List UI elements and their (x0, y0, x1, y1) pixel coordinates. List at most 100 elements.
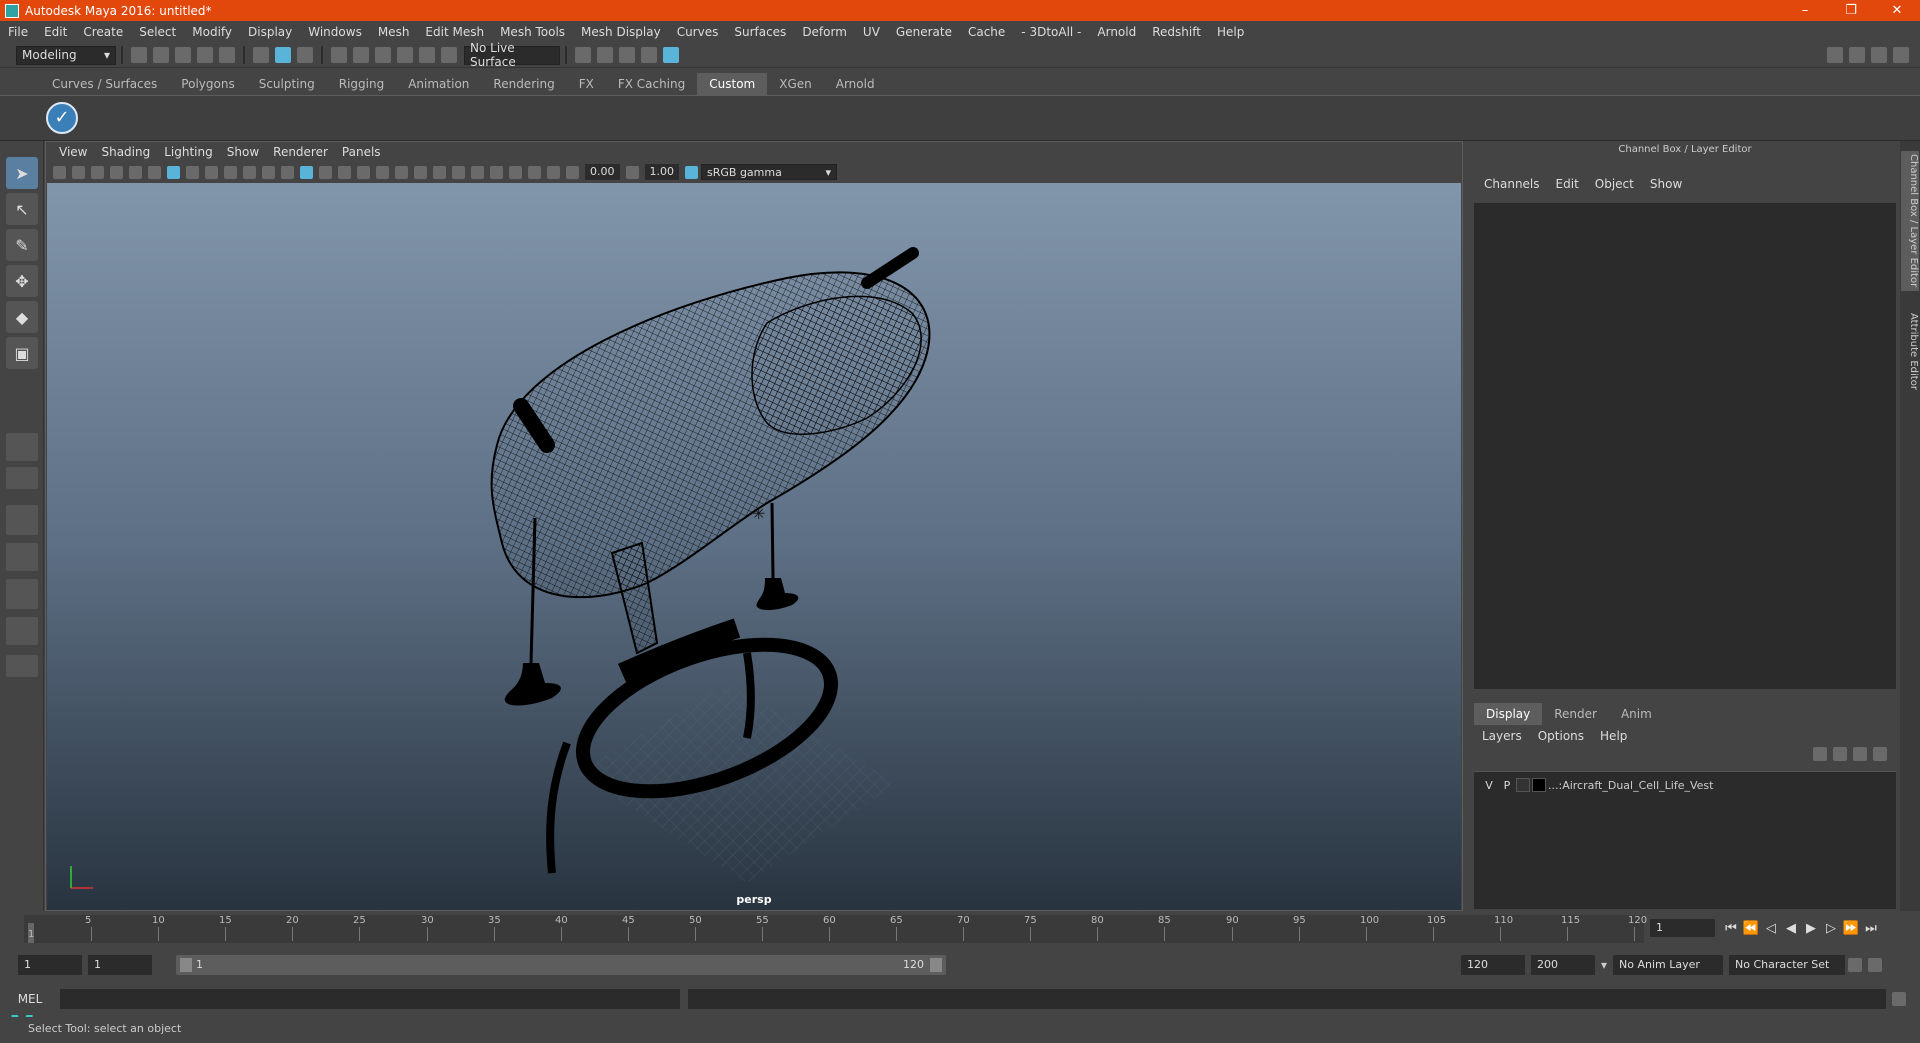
screen-space-ao-icon[interactable] (414, 165, 427, 179)
motion-blur-icon[interactable] (433, 165, 446, 179)
2d-pan-zoom-icon[interactable] (129, 165, 142, 179)
step-back-key-icon[interactable]: ⏪ (1741, 921, 1761, 936)
channel-menu-channels[interactable]: Channels (1476, 177, 1548, 191)
panel-layout-icon[interactable] (1849, 47, 1865, 63)
resolution-gate-icon[interactable] (205, 165, 218, 179)
play-forwards-icon[interactable]: ▶ (1801, 921, 1821, 936)
open-scene-icon[interactable] (153, 47, 169, 63)
menu-edit[interactable]: Edit (36, 25, 75, 39)
snap-point-icon[interactable] (375, 47, 391, 63)
step-back-frame-icon[interactable]: ◁ (1761, 921, 1781, 936)
script-editor-icon[interactable] (1892, 992, 1906, 1006)
field-chart-icon[interactable] (243, 165, 256, 179)
snap-surface-icon[interactable] (441, 47, 457, 63)
menu-file[interactable]: File (0, 25, 36, 39)
film-gate-icon[interactable] (186, 165, 199, 179)
ipr-render-icon[interactable] (619, 47, 635, 63)
camera-attributes-icon[interactable] (72, 165, 85, 179)
safe-action-icon[interactable] (262, 165, 275, 179)
grid-icon[interactable] (167, 165, 180, 179)
menu-select[interactable]: Select (131, 25, 184, 39)
tab-fx-caching[interactable]: FX Caching (606, 73, 697, 95)
menu-create[interactable]: Create (75, 25, 131, 39)
layer-menu-options[interactable]: Options (1530, 729, 1592, 743)
anim-layer-dropdown[interactable]: No Anim Layer (1613, 955, 1724, 975)
depth-of-field-icon[interactable] (471, 165, 484, 179)
menu-cache[interactable]: Cache (960, 25, 1013, 39)
menu-generate[interactable]: Generate (888, 25, 960, 39)
auto-key-icon[interactable] (1848, 958, 1863, 972)
gamma-field[interactable]: 1.00 (644, 164, 679, 180)
character-set-dropdown[interactable]: No Character Set (1729, 955, 1846, 975)
layer-playback-toggle[interactable]: P (1498, 779, 1516, 792)
snap-view-plane-icon[interactable] (397, 47, 413, 63)
time-ruler[interactable]: 1 5 10 15 20 25 30 35 40 45 50 55 60 65 70 75 80 85 90 95 1… (24, 915, 1647, 943)
select-by-object-icon[interactable] (275, 47, 291, 63)
image-plane-icon[interactable] (110, 165, 123, 179)
menu-mesh[interactable]: Mesh (370, 25, 418, 39)
tab-display[interactable]: Display (1474, 703, 1543, 725)
layer-menu-help[interactable]: Help (1592, 729, 1635, 743)
grease-pencil-icon[interactable] (148, 165, 161, 179)
gate-mask-icon[interactable] (224, 165, 237, 179)
panel-menu-lighting[interactable]: Lighting (157, 145, 220, 159)
playback-end-field[interactable]: 120 (1461, 955, 1525, 975)
rotate-tool-icon[interactable]: ◆ (6, 301, 38, 333)
menu-arnold[interactable]: Arnold (1089, 25, 1144, 39)
menu-surfaces[interactable]: Surfaces (726, 25, 794, 39)
checkmark-icon[interactable]: ✓ (46, 102, 78, 134)
menu-deform[interactable]: Deform (794, 25, 855, 39)
script-language-label[interactable]: MEL (0, 992, 60, 1006)
xray-icon[interactable] (509, 165, 522, 179)
mode-dropdown[interactable]: Modeling ▾ (16, 45, 116, 65)
xray-components-icon[interactable] (547, 165, 560, 179)
make-live-icon[interactable] (419, 47, 435, 63)
anti-aliasing-icon[interactable] (452, 165, 465, 179)
render-view-icon[interactable] (641, 47, 657, 63)
range-slider[interactable]: 1 120 (176, 955, 946, 975)
tab-sculpting[interactable]: Sculpting (247, 73, 327, 95)
layer-row[interactable]: V P ...:Aircraft_Dual_Cell_Life_Vest (1480, 777, 1713, 793)
move-layer-up-icon[interactable] (1813, 747, 1827, 761)
color-space-dropdown[interactable]: sRGB gamma ▾ (701, 164, 837, 180)
new-layer-icon[interactable] (1853, 747, 1867, 761)
redo-icon[interactable] (219, 47, 235, 63)
menu-mesh-display[interactable]: Mesh Display (573, 25, 669, 39)
layout-icon[interactable] (1827, 47, 1843, 63)
side-tab-attribute-editor[interactable]: Attribute Editor (1901, 306, 1919, 396)
menu-help[interactable]: Help (1209, 25, 1252, 39)
panel-menu-renderer[interactable]: Renderer (266, 145, 335, 159)
chevron-down-icon[interactable]: ▾ (1601, 958, 1607, 972)
outliner-layout-icon[interactable] (1871, 47, 1887, 63)
layer-menu-layers[interactable]: Layers (1474, 729, 1530, 743)
use-all-lights-icon[interactable] (376, 165, 389, 179)
select-tool-icon[interactable]: ➤ (6, 157, 38, 189)
paint-select-tool-icon[interactable]: ✎ (6, 229, 38, 261)
channel-box-toggle-icon[interactable] (1893, 47, 1909, 63)
xray-joints-icon[interactable] (528, 165, 541, 179)
channel-menu-edit[interactable]: Edit (1548, 177, 1587, 191)
tab-render[interactable]: Render (1542, 703, 1609, 725)
current-frame-field[interactable]: 1 (1650, 919, 1715, 937)
live-surface-field[interactable]: No Live Surface (464, 41, 560, 69)
select-by-hierarchy-icon[interactable] (253, 47, 269, 63)
collapse-layouts-icon[interactable] (6, 655, 38, 677)
step-forward-frame-icon[interactable]: ▷ (1821, 921, 1841, 936)
range-end-handle[interactable] (930, 958, 942, 972)
shelf-tab-menu[interactable] (0, 69, 40, 95)
menu-3dtoall[interactable]: - 3DtoAll - (1013, 25, 1089, 39)
step-forward-key-icon[interactable]: ⏩ (1841, 921, 1861, 936)
layer-visibility-toggle[interactable]: V (1480, 779, 1498, 792)
single-view-layout-icon[interactable] (6, 433, 38, 461)
exposure-field[interactable]: 0.00 (585, 164, 620, 180)
save-scene-icon[interactable] (175, 47, 191, 63)
close-button[interactable]: ✕ (1874, 0, 1920, 21)
tab-rendering[interactable]: Rendering (481, 73, 566, 95)
animation-preferences-icon[interactable] (1868, 958, 1883, 972)
tab-fx[interactable]: FX (567, 73, 606, 95)
persp-graph-layout-icon[interactable] (6, 543, 38, 571)
snap-curve-icon[interactable] (353, 47, 369, 63)
layer-name[interactable]: ...:Aircraft_Dual_Cell_Life_Vest (1548, 779, 1713, 792)
color-management-icon[interactable] (685, 165, 698, 179)
lasso-tool-icon[interactable]: ↖ (6, 193, 38, 225)
